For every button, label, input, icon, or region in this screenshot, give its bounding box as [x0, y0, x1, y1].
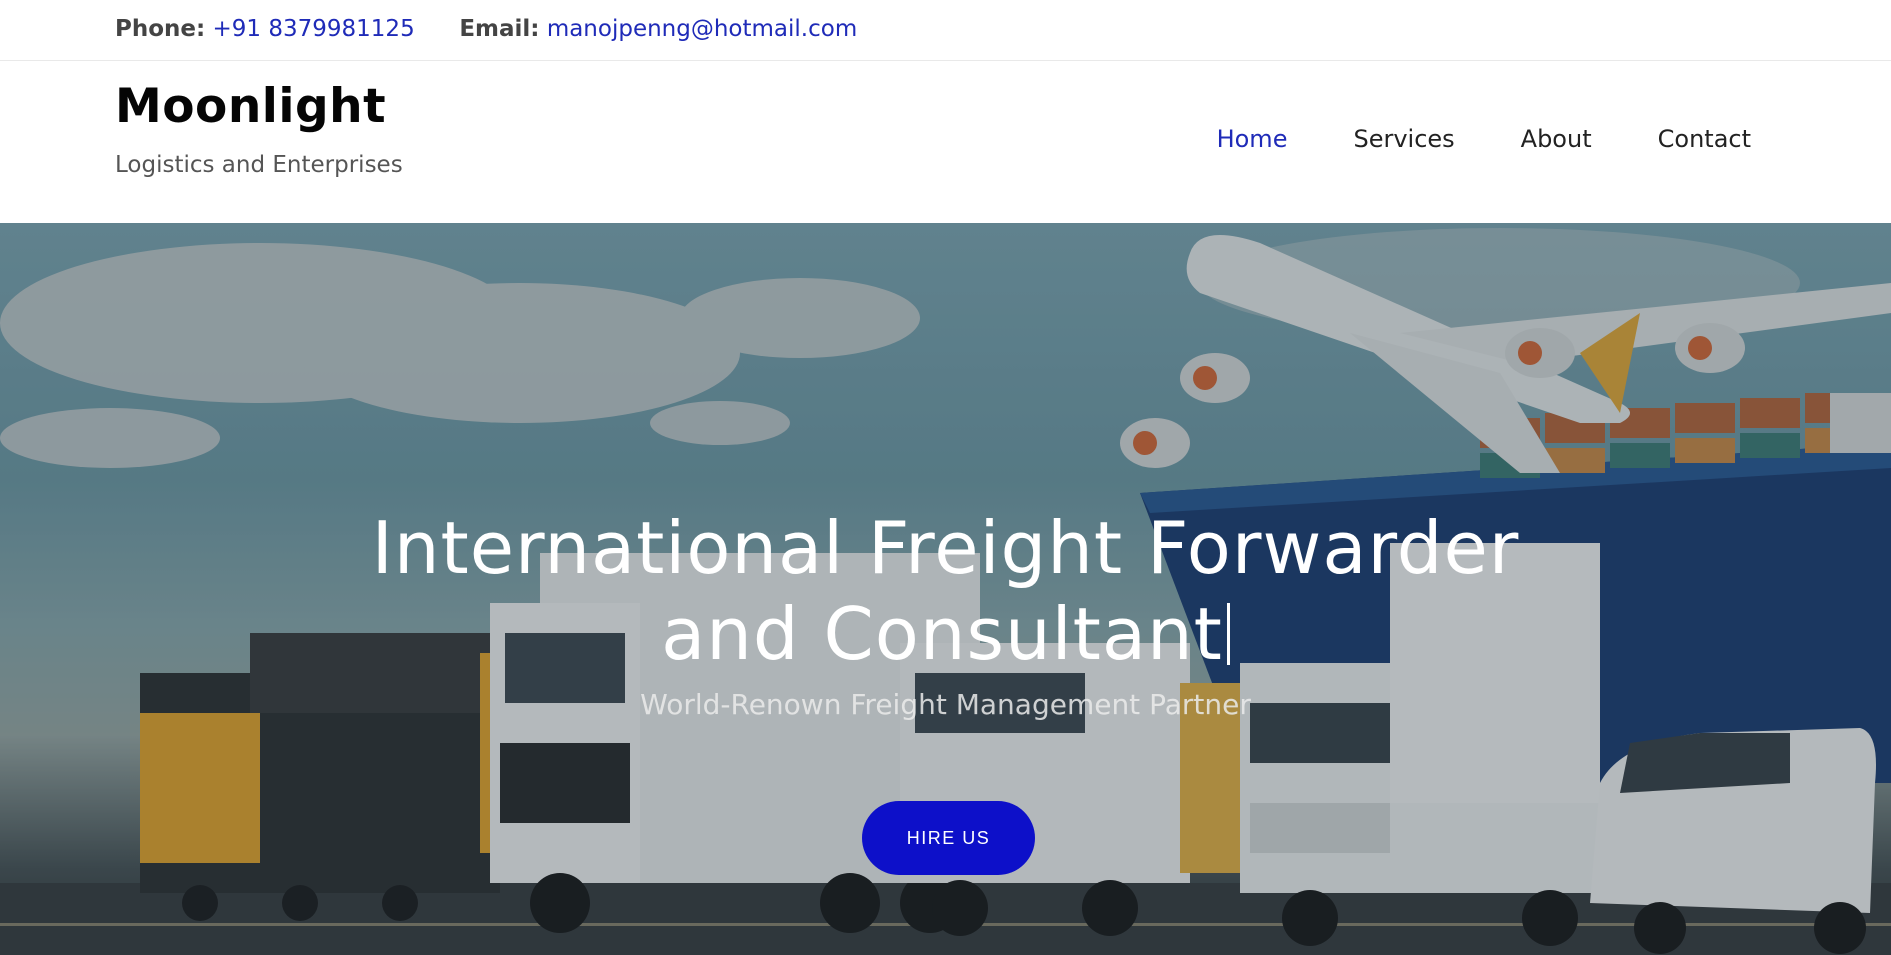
- email-label: Email:: [459, 16, 540, 42]
- top-contact-bar: Phone: +91 8379981125 Email: manojpenng@…: [0, 0, 1891, 61]
- main-nav: Home Services About Contact: [1217, 124, 1751, 154]
- hero-title-line1: International Freight Forwarder: [371, 506, 1520, 590]
- nav-home[interactable]: Home: [1217, 124, 1288, 154]
- hero-title: International Freight Forwarder and Cons…: [0, 505, 1891, 677]
- nav-services[interactable]: Services: [1353, 124, 1454, 154]
- site-tagline: Logistics and Enterprises: [115, 152, 403, 178]
- nav-about[interactable]: About: [1521, 124, 1592, 154]
- hero-title-line2: and Consultant: [661, 592, 1223, 676]
- phone-label: Phone:: [115, 16, 206, 42]
- nav-contact[interactable]: Contact: [1658, 124, 1751, 154]
- contact-info: Phone: +91 8379981125 Email: manojpenng@…: [115, 14, 857, 44]
- hero-subtitle: World-Renown Freight Management Partner: [640, 688, 1251, 721]
- typing-cursor: [1226, 603, 1230, 665]
- site-header: Moonlight Logistics and Enterprises Home…: [0, 62, 1891, 223]
- site-logo-title[interactable]: Moonlight: [115, 78, 386, 136]
- email-link[interactable]: manojpenng@hotmail.com: [547, 16, 857, 42]
- phone-link[interactable]: +91 8379981125: [213, 16, 415, 42]
- hire-us-button[interactable]: HIRE US: [862, 801, 1035, 875]
- hero-banner: International Freight Forwarder and Cons…: [0, 223, 1891, 955]
